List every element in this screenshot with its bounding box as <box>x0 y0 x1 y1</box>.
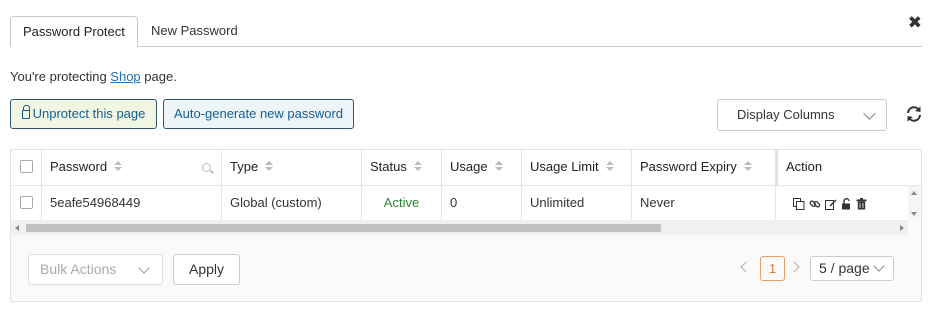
cell-expiry: Never <box>632 186 776 220</box>
col-usage-limit[interactable]: Usage Limit <box>522 150 632 185</box>
page-size-value: 5 / page <box>819 260 870 276</box>
bulk-actions-select[interactable]: Bulk Actions <box>28 254 163 285</box>
unlock-icon <box>21 105 30 119</box>
tab-new-password[interactable]: New Password <box>139 16 250 47</box>
sort-icon[interactable] <box>265 161 274 173</box>
chevron-down-icon <box>138 262 150 274</box>
passwords-table: Password Type Status Usage Usage Limit P… <box>10 149 922 302</box>
col-action-label: Action <box>786 159 823 174</box>
page-size-select[interactable]: 5 / page <box>810 256 894 281</box>
display-columns-dropdown[interactable]: Display Columns <box>717 99 887 131</box>
copy-icon[interactable] <box>793 197 805 210</box>
col-type[interactable]: Type <box>222 150 362 185</box>
chevron-down-icon <box>873 260 885 272</box>
protecting-suffix: page. <box>140 69 177 84</box>
scrollbar-thumb[interactable] <box>26 224 661 232</box>
vertical-scrollbar[interactable] <box>908 186 921 221</box>
tab-password-protect[interactable]: Password Protect <box>10 16 138 47</box>
col-status-label: Status <box>370 159 407 174</box>
edit-icon[interactable] <box>825 198 837 210</box>
apply-button[interactable]: Apply <box>173 254 240 285</box>
sort-icon[interactable] <box>114 161 123 173</box>
unprotect-page-button[interactable]: Unprotect this page <box>10 99 157 129</box>
select-all-checkbox[interactable] <box>20 160 33 174</box>
auto-generate-password-button[interactable]: Auto-generate new password <box>163 99 354 129</box>
close-icon[interactable]: ✖ <box>908 14 922 32</box>
page-link[interactable]: Shop <box>110 69 140 84</box>
row-actions <box>785 186 867 221</box>
select-all-cell <box>11 150 42 185</box>
search-icon[interactable] <box>202 163 211 172</box>
col-expiry-label: Password Expiry <box>640 159 737 174</box>
scroll-up-icon[interactable] <box>911 191 917 195</box>
col-status[interactable]: Status <box>362 150 442 185</box>
scroll-right-icon[interactable] <box>900 225 904 231</box>
col-type-label: Type <box>230 159 259 174</box>
col-password[interactable]: Password <box>42 150 222 185</box>
col-usage-limit-label: Usage Limit <box>530 159 599 174</box>
status-badge: Active <box>362 186 442 220</box>
col-password-label: Password <box>50 159 108 174</box>
unlock-icon[interactable] <box>841 197 852 210</box>
horizontal-scrollbar[interactable] <box>11 221 908 235</box>
cell-usage: 0 <box>442 186 522 220</box>
col-usage[interactable]: Usage <box>442 150 522 185</box>
tab-bar: Password Protect New Password <box>10 16 922 47</box>
row-checkbox[interactable] <box>20 196 33 210</box>
display-columns-label: Display Columns <box>737 107 835 122</box>
chevron-down-icon <box>863 107 876 120</box>
col-action: Action <box>776 150 921 185</box>
next-page-icon[interactable] <box>788 261 800 273</box>
link-icon[interactable] <box>809 198 821 210</box>
page-number-current[interactable]: 1 <box>760 256 785 281</box>
cell-usage-limit: Unlimited <box>522 186 632 220</box>
sort-icon[interactable] <box>494 161 503 173</box>
col-usage-label: Usage <box>450 159 488 174</box>
sort-icon[interactable] <box>743 161 752 173</box>
sort-icon[interactable] <box>413 161 422 173</box>
col-password-expiry[interactable]: Password Expiry <box>632 150 776 185</box>
sort-icon[interactable] <box>605 161 614 173</box>
bulk-actions-placeholder: Bulk Actions <box>40 261 117 277</box>
prev-page-icon[interactable] <box>740 261 752 273</box>
protecting-message: You're protecting Shop page. <box>10 69 177 84</box>
trash-icon[interactable] <box>856 197 867 210</box>
protecting-prefix: You're protecting <box>10 69 111 84</box>
cell-password: 5eafe54968449 <box>42 186 222 220</box>
unprotect-label: Unprotect this page <box>32 106 146 121</box>
table-row: 5eafe54968449 Global (custom) Active 0 U… <box>11 186 921 221</box>
row-select-cell <box>11 186 42 220</box>
table-header: Password Type Status Usage Usage Limit P… <box>11 150 921 186</box>
scroll-left-icon[interactable] <box>15 225 19 231</box>
refresh-icon[interactable] <box>905 105 923 123</box>
cell-type: Global (custom) <box>222 186 362 220</box>
scroll-down-icon[interactable] <box>911 212 917 216</box>
